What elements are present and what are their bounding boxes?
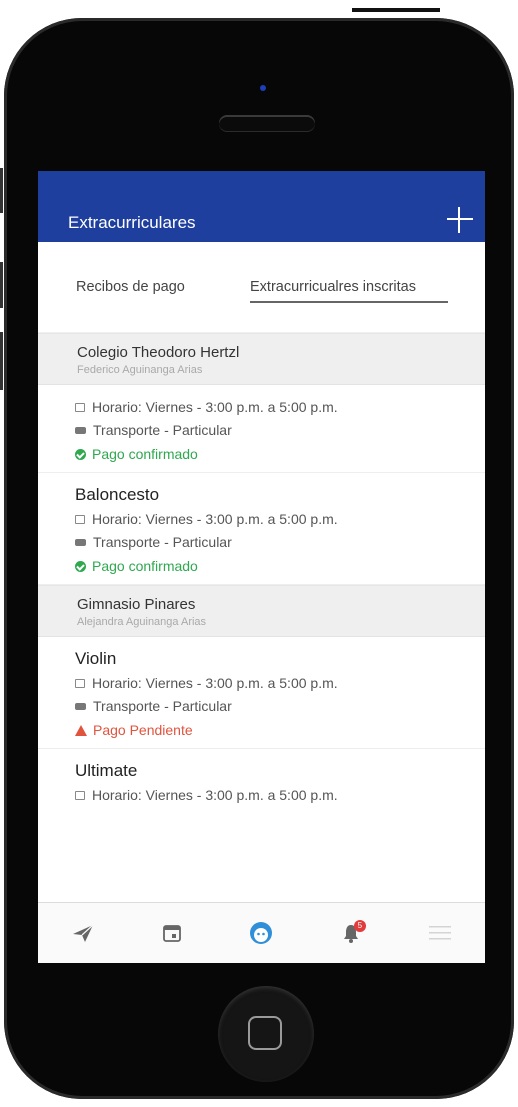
payment-status: Pago Pendiente	[75, 722, 485, 738]
nav-kids[interactable]	[241, 913, 281, 953]
school-name: Gimnasio Pinares	[77, 596, 196, 613]
schedule-text: Horario: Viernes - 3:00 p.m. a 5:00 p.m.	[92, 511, 338, 527]
app-screen: Extracurriculares Recibos de pago Extrac…	[38, 171, 485, 963]
nav-send[interactable]	[63, 913, 103, 953]
side-mark-top	[0, 168, 3, 213]
tab-bar: Recibos de pago Extracurricualres inscri…	[38, 242, 485, 333]
nav-notifications[interactable]: 5	[331, 913, 371, 953]
schedule-text: Horario: Viernes - 3:00 p.m. a 5:00 p.m.	[92, 787, 338, 803]
nav-menu[interactable]	[420, 913, 460, 953]
power-button	[352, 8, 440, 12]
group-header: Colegio Theodoro Hertzl Federico Aguinan…	[38, 333, 485, 385]
send-icon	[72, 924, 94, 942]
schedule-line: Horario: Viernes - 3:00 p.m. a 5:00 p.m.	[75, 675, 485, 691]
earpiece-speaker	[219, 115, 315, 131]
activity-name: Violin	[75, 649, 117, 668]
front-camera	[260, 85, 266, 91]
transport-line: Transporte - Particular	[75, 534, 485, 550]
transport-line: Transporte - Particular	[75, 422, 485, 438]
calendar-icon	[163, 925, 181, 942]
status-text: Pago confirmado	[92, 558, 198, 574]
side-mark-bottom	[0, 332, 3, 390]
calendar-icon	[75, 514, 85, 524]
schedule-text: Horario: Viernes - 3:00 p.m. a 5:00 p.m.	[92, 675, 338, 691]
home-button[interactable]	[218, 986, 314, 1082]
home-button-icon	[248, 1016, 282, 1050]
side-mark-middle	[0, 262, 3, 308]
app-header: Extracurriculares	[38, 171, 485, 242]
status-text: Pago confirmado	[92, 446, 198, 462]
list-item[interactable]: Baloncesto Horario: Viernes - 3:00 p.m. …	[38, 473, 485, 585]
kid-face-icon	[250, 922, 273, 944]
transport-line: Transporte - Particular	[75, 698, 485, 714]
group-header: Gimnasio Pinares Alejandra Aguinanga Ari…	[38, 585, 485, 637]
check-circle-icon	[75, 560, 86, 572]
active-tab-indicator	[250, 301, 448, 303]
schedule-line: Horario: Viernes - 3:00 p.m. a 5:00 p.m.	[75, 511, 485, 527]
notification-badge: 5	[353, 920, 366, 932]
bottom-navigation: 5	[38, 902, 485, 963]
activity-name: Ultimate	[75, 761, 138, 780]
student-name: Alejandra Aguinanga Arias	[77, 616, 207, 628]
warning-icon	[75, 724, 87, 736]
student-name: Federico Aguinanga Arias	[77, 364, 203, 376]
status-text: Pago Pendiente	[93, 722, 193, 738]
bus-icon	[75, 426, 86, 434]
school-name: Colegio Theodoro Hertzl	[77, 344, 240, 361]
list-item[interactable]: Violin Horario: Viernes - 3:00 p.m. a 5:…	[38, 637, 485, 749]
bus-icon	[75, 538, 86, 546]
calendar-icon	[75, 402, 85, 412]
check-circle-icon	[75, 448, 86, 460]
schedule-text: Horario: Viernes - 3:00 p.m. a 5:00 p.m.	[92, 399, 338, 415]
nav-calendar[interactable]	[152, 913, 192, 953]
list-item[interactable]: Ultimate Horario: Viernes - 3:00 p.m. a …	[38, 749, 485, 820]
calendar-icon	[75, 678, 85, 688]
activity-list: Colegio Theodoro Hertzl Federico Aguinan…	[38, 333, 485, 902]
tab-extracurriculares[interactable]: Extracurricualres inscritas	[250, 279, 416, 295]
transport-text: Transporte - Particular	[93, 534, 232, 550]
bus-icon	[75, 702, 86, 710]
calendar-icon	[75, 790, 85, 800]
schedule-line: Horario: Viernes - 3:00 p.m. a 5:00 p.m.	[75, 399, 485, 415]
menu-icon	[429, 926, 452, 940]
payment-status: Pago confirmado	[75, 446, 485, 462]
page-title: Extracurriculares	[68, 213, 196, 232]
activity-name: Baloncesto	[75, 485, 160, 504]
add-icon[interactable]	[445, 205, 473, 233]
transport-text: Transporte - Particular	[93, 698, 232, 714]
payment-status: Pago confirmado	[75, 558, 485, 574]
transport-text: Transporte - Particular	[93, 422, 232, 438]
schedule-line: Horario: Viernes - 3:00 p.m. a 5:00 p.m.	[75, 787, 485, 803]
list-item[interactable]: Horario: Viernes - 3:00 p.m. a 5:00 p.m.…	[38, 385, 485, 473]
tab-recibos[interactable]: Recibos de pago	[76, 279, 185, 295]
